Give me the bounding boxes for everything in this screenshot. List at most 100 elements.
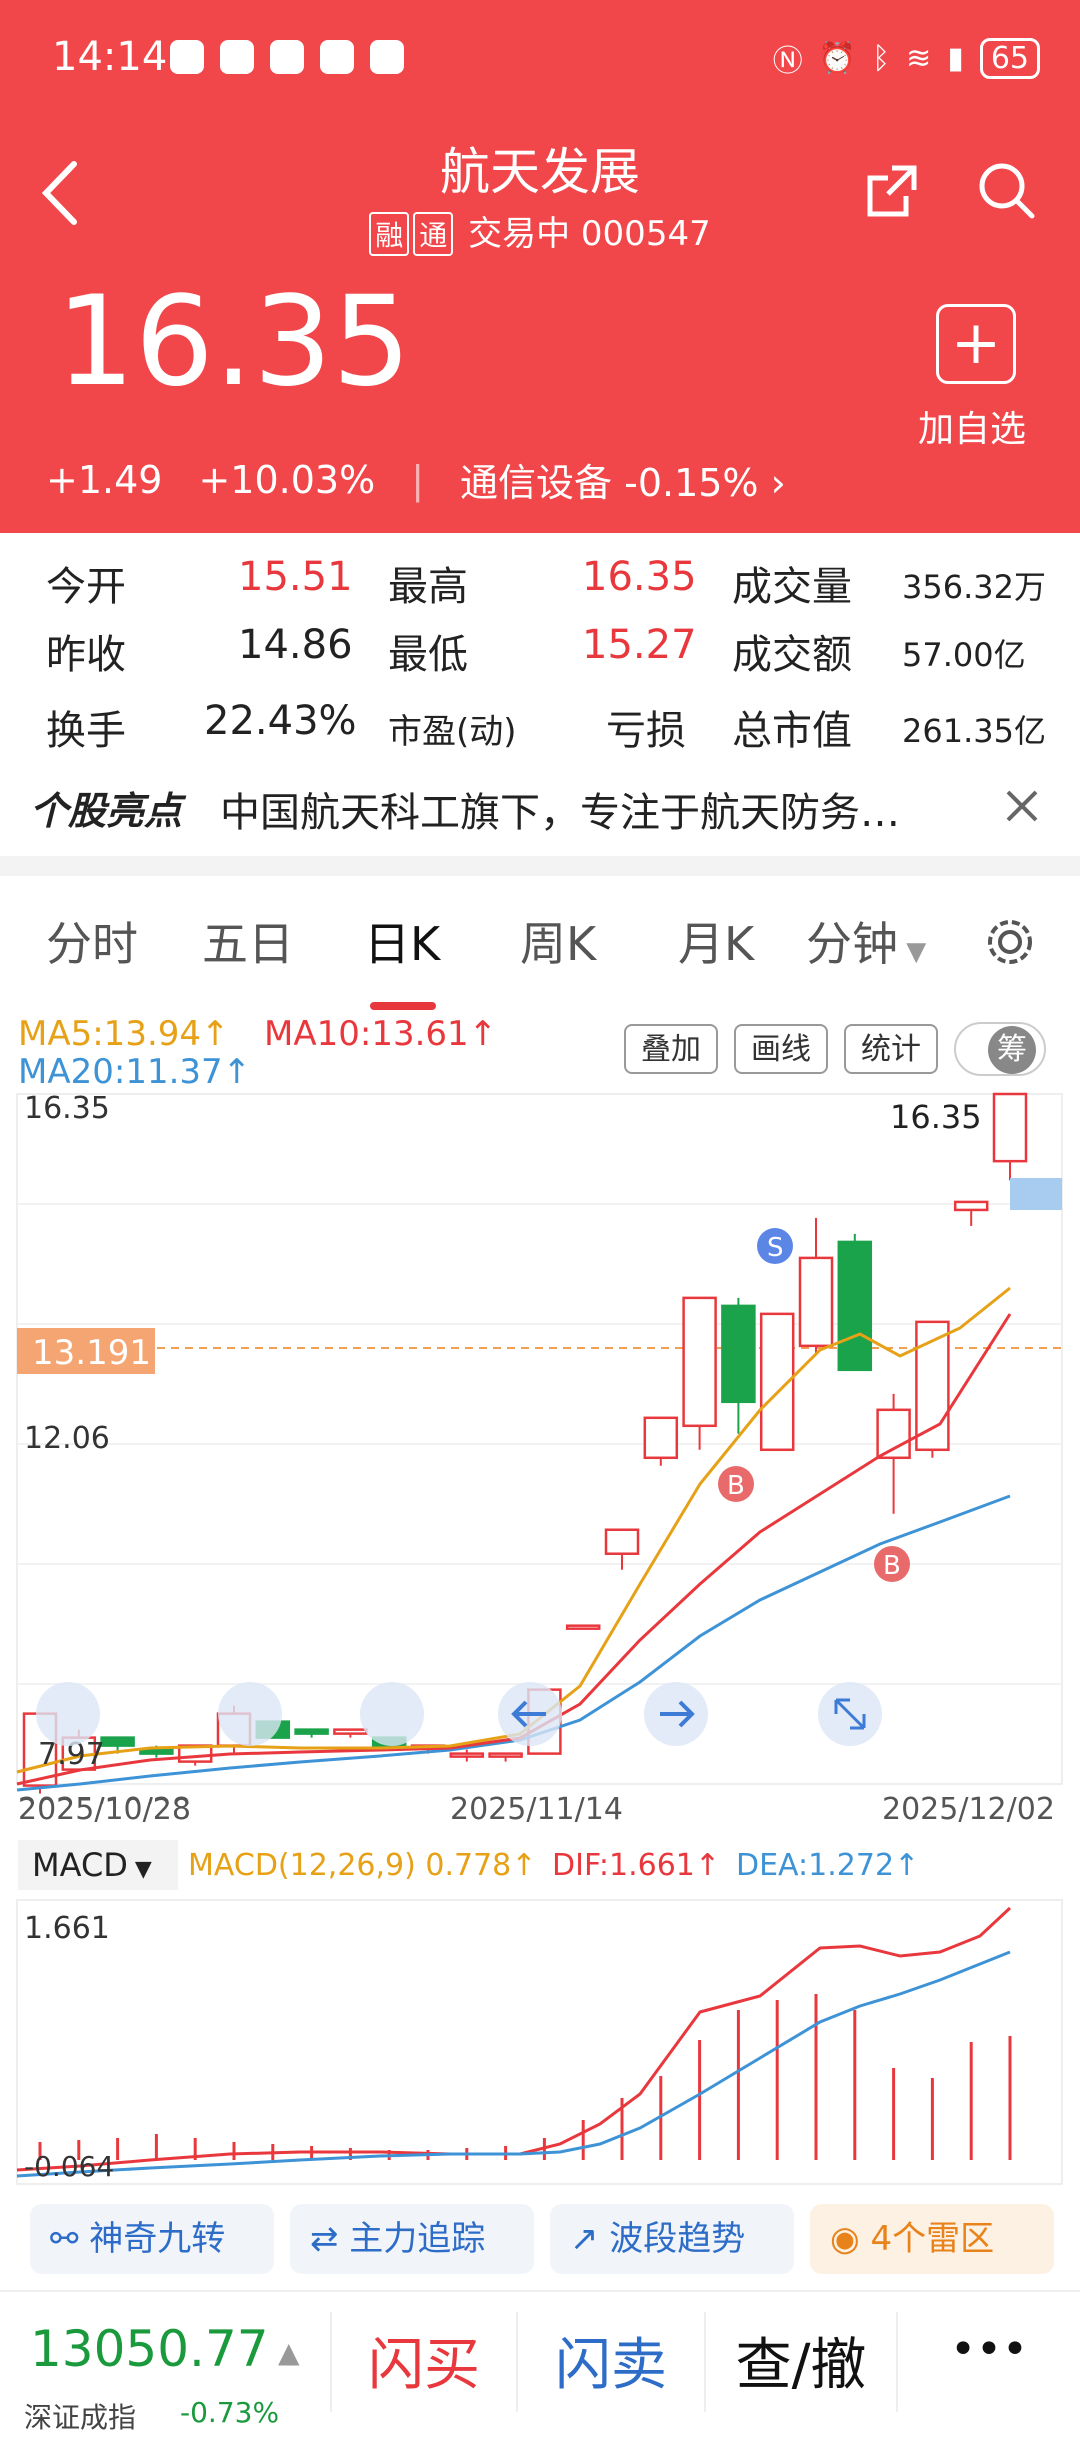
stat-value: 15.51 <box>238 554 353 600</box>
index-name: 深证成指 <box>24 2401 137 2434</box>
change-row: +1.49 +10.03% | 通信设备 -0.15% › <box>46 452 786 507</box>
alarm-icon: ⏰ <box>818 40 857 76</box>
sector-pct: -0.15% <box>624 461 759 505</box>
battery-indicator: 65 <box>979 37 1040 79</box>
candle-body <box>449 1752 485 1758</box>
ma20-line <box>16 1494 1011 1792</box>
macd-histogram <box>38 1994 1012 2160</box>
search-icon[interactable] <box>974 158 1038 222</box>
band-trend-button[interactable]: ↗ 波段趋势 <box>550 2204 794 2274</box>
more-icon[interactable]: ••• <box>898 2324 1080 2375</box>
price-change-pct: +10.03% <box>198 457 376 502</box>
tab-five-day[interactable]: 五日 <box>202 908 294 974</box>
tab-minute[interactable]: 分钟 ▼ <box>806 908 926 974</box>
stat-label: 成交额 <box>732 632 852 678</box>
candle-body <box>100 1736 135 1747</box>
app-notification-icon <box>220 40 254 74</box>
status-notification-icons <box>170 40 404 74</box>
price-range-marker <box>1010 1178 1062 1210</box>
high-price-marker: 16.35 <box>890 1098 982 1136</box>
risk-zone-button[interactable]: ◉ 4个雷区 <box>810 2204 1054 2274</box>
candle-body <box>876 1408 911 1460</box>
sector-link[interactable]: 通信设备 -0.15% › <box>460 452 786 507</box>
flash-sell-button[interactable]: 闪卖 <box>518 2320 704 2401</box>
dea-value: DEA:1.272↑ <box>736 1848 920 1883</box>
x-axis-date-start: 2025/10/28 <box>18 1792 191 1827</box>
indicator-selector[interactable]: MACD ▼ <box>18 1840 178 1890</box>
candle-body <box>798 1256 834 1348</box>
stat-label: 昨收 <box>46 632 126 678</box>
dif-line <box>16 1906 1012 2172</box>
candle-body <box>682 1296 717 1428</box>
current-price-tag-text: 13.191 <box>32 1333 151 1373</box>
status-system-icons: Ⓝ ⏰ ᛒ ≋ ▮ 65 <box>773 36 1040 80</box>
price-change: +1.49 <box>46 457 163 502</box>
tab-monthly-k[interactable]: 月K <box>678 908 754 974</box>
draw-line-button[interactable]: 画线 <box>734 1024 828 1074</box>
candle-body <box>604 1528 640 1555</box>
stat-value: 16.35 <box>582 554 697 600</box>
app-notification-icon <box>270 40 304 74</box>
tag-margin: 融 <box>369 212 410 256</box>
share-icon[interactable] <box>862 160 922 220</box>
highlight-brand: 个股亮点 <box>30 789 183 833</box>
stat-label: 市盈(动) <box>388 712 517 752</box>
candle-body <box>953 1200 989 1212</box>
trend-icon: ↗ <box>570 2219 610 2259</box>
nine-turn-button[interactable]: ⚯ 神奇九转 <box>30 2204 274 2274</box>
app-notification-icon <box>320 40 354 74</box>
flash-buy-button[interactable]: 闪买 <box>332 2320 516 2401</box>
chart-zoom-out-icon[interactable] <box>218 1682 282 1746</box>
tab-intraday[interactable]: 分时 <box>46 908 138 974</box>
add-watchlist-label[interactable]: 加自选 <box>918 400 1026 452</box>
tab-daily-k[interactable]: 日K <box>364 908 440 974</box>
stat-label: 总市值 <box>732 708 852 754</box>
candle-body <box>992 1092 1028 1163</box>
dea-line <box>16 1950 1011 2178</box>
buy-signal-text: B <box>883 1551 901 1581</box>
index-ticker[interactable]: 13050.77 ▲ 深证成指 -0.73% <box>0 2292 330 2440</box>
status-time: 14:14 <box>52 34 168 80</box>
tab-weekly-k[interactable]: 周K <box>520 908 596 974</box>
chart-zoom-in-icon[interactable] <box>360 1682 424 1746</box>
settings-gear-icon[interactable] <box>984 916 1036 968</box>
query-cancel-button[interactable]: 查/撤 <box>706 2320 896 2401</box>
candle-body <box>333 1728 368 1735</box>
stat-value: 57.00亿 <box>902 636 1026 674</box>
y-axis-mid-label: 12.06 <box>24 1421 110 1456</box>
candle-body <box>294 1728 329 1735</box>
nfc-icon: Ⓝ <box>772 44 803 79</box>
stat-value: 22.43% <box>204 698 357 744</box>
signal-icon: ▮ <box>947 40 964 76</box>
stock-highlight-bar[interactable]: 个股亮点 中国航天科工旗下，专注于航天防务… <box>0 760 1080 856</box>
chart-scroll-left-icon[interactable] <box>36 1682 100 1746</box>
sector-name: 通信设备 <box>460 461 613 505</box>
nine-turn-icon: ⚯ <box>50 2219 90 2259</box>
candle-body <box>565 1624 601 1630</box>
macd-y-low-label: -0.064 <box>24 2150 114 2183</box>
dif-value: DIF:1.661↑ <box>552 1848 721 1883</box>
chips-toggle[interactable]: 筹 <box>954 1022 1046 1076</box>
macd-chart[interactable]: 1.661 -0.064 <box>0 1898 1080 2188</box>
main-force-tracking-button[interactable]: ⇄ 主力追踪 <box>290 2204 534 2274</box>
statistics-button[interactable]: 统计 <box>844 1024 938 1074</box>
stat-value: 356.32万 <box>902 568 1046 606</box>
chevron-right-icon: › <box>770 461 786 505</box>
buy-signal-text: B <box>727 1471 745 1501</box>
macd-y-top-label: 1.661 <box>24 1911 110 1946</box>
kline-chart[interactable]: 16.35 12.06 7.97 13.191 16.35 S B B 2025… <box>0 1084 1080 1804</box>
candle-body <box>721 1304 756 1404</box>
sell-signal-text: S <box>767 1233 784 1263</box>
divider: | <box>411 457 424 502</box>
radar-icon: ◉ <box>830 2219 871 2259</box>
add-watchlist-icon[interactable]: + <box>936 304 1016 384</box>
stat-value: 15.27 <box>582 622 697 668</box>
overlay-button[interactable]: 叠加 <box>624 1024 718 1074</box>
chart-nav-buttons <box>36 1682 882 1746</box>
ma5-label: MA5:13.94↑ <box>18 1014 230 1054</box>
close-icon[interactable] <box>1004 788 1040 824</box>
candle-body <box>643 1416 679 1460</box>
wifi-icon: ≋ <box>906 40 932 76</box>
triangle-up-icon: ▲ <box>278 2336 300 2369</box>
stat-label: 今开 <box>46 564 126 610</box>
